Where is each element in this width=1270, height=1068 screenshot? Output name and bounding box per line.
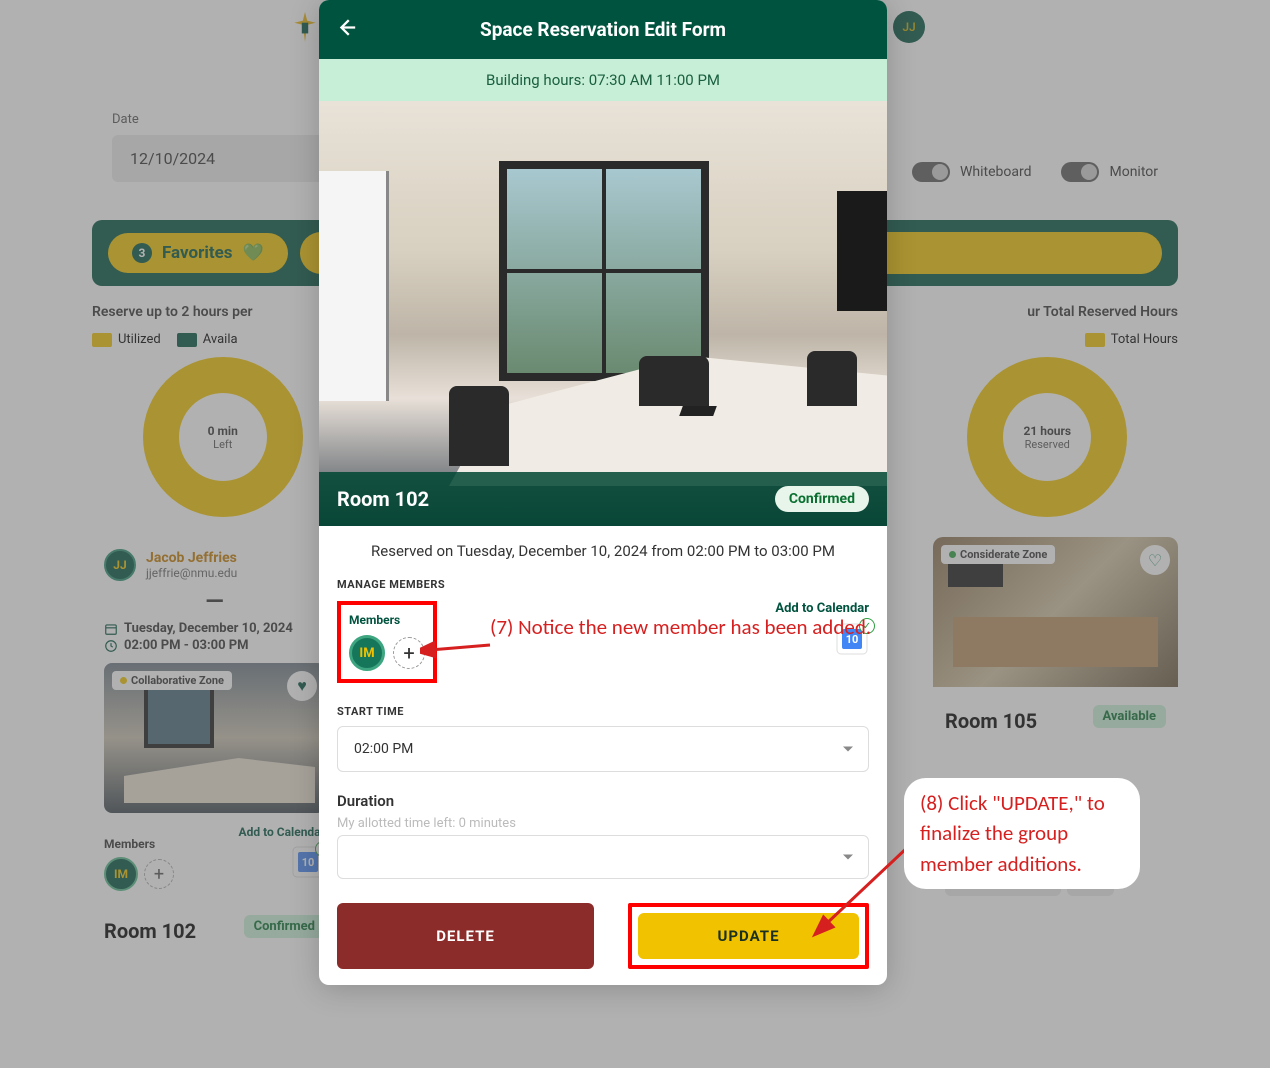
- building-hours-banner: Building hours: 07:30 AM 11:00 PM: [319, 59, 887, 101]
- start-time-select[interactable]: 02:00 PM: [337, 726, 869, 772]
- start-time-label: START TIME: [337, 705, 869, 718]
- duration-select[interactable]: [337, 835, 869, 879]
- annotation-arrow-icon: [420, 630, 500, 670]
- members-label: Members: [349, 613, 425, 627]
- delete-button[interactable]: DELETE: [337, 903, 594, 969]
- reservation-edit-modal: Space Reservation Edit Form Building hou…: [319, 0, 887, 985]
- modal-header: Space Reservation Edit Form: [319, 0, 887, 59]
- back-button[interactable]: [335, 16, 357, 43]
- allotted-text: My allotted time left: 0 minutes: [337, 816, 869, 831]
- reserved-summary: Reserved on Tuesday, December 10, 2024 f…: [337, 542, 869, 560]
- annotation-arrow-icon: [810, 840, 920, 940]
- duration-label: Duration: [337, 792, 869, 810]
- modal-room-title: Room 102: [337, 487, 429, 511]
- annotation-step-7: (7) Notice the new member has been added…: [490, 612, 871, 642]
- modal-status-badge: Confirmed: [775, 486, 869, 512]
- room-hero-image: Room 102 Confirmed: [319, 101, 887, 526]
- annotation-step-8: (8) Click "UPDATE," to finalize the grou…: [908, 782, 1136, 885]
- member-avatar[interactable]: IM: [349, 635, 385, 671]
- manage-members-label: MANAGE MEMBERS: [337, 578, 869, 591]
- arrow-left-icon: [335, 16, 357, 38]
- modal-title: Space Reservation Edit Form: [480, 18, 726, 41]
